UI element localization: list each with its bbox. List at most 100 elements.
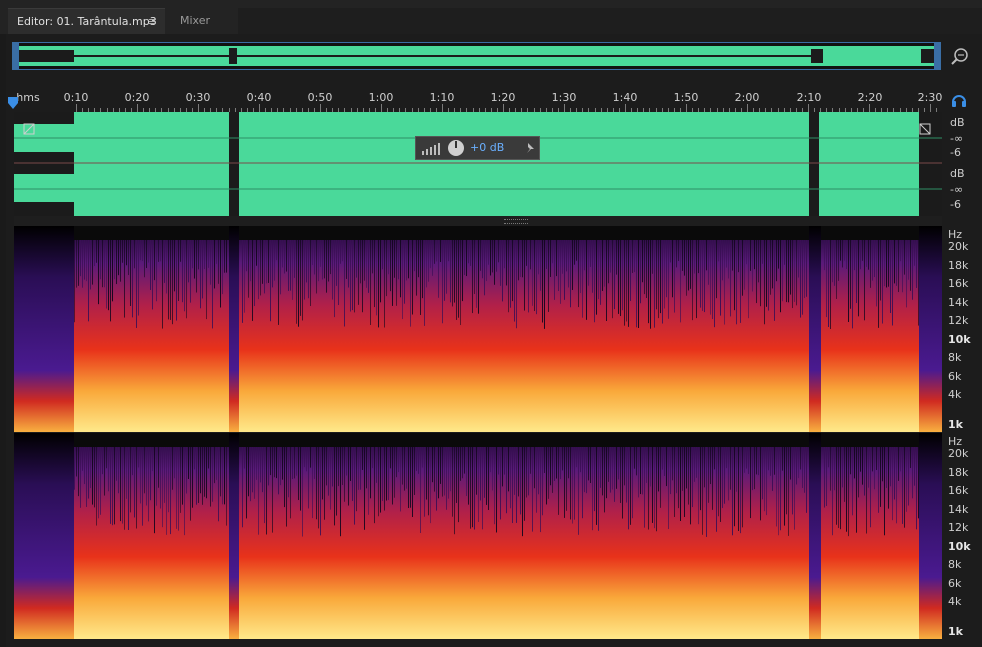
hz-top-label: 8k — [948, 351, 962, 364]
spectrogram-streak — [142, 240, 143, 261]
spectrogram-streak — [490, 447, 491, 473]
spectrogram-streak — [670, 447, 671, 495]
spectrogram-streak — [220, 240, 221, 308]
spectrogram-streak — [276, 447, 277, 479]
spectrogram-streak — [464, 447, 465, 474]
spectrogram-streak — [488, 240, 489, 265]
spectrogram-streak — [598, 240, 599, 300]
spectral-display-left[interactable] — [14, 226, 942, 432]
spectrogram-streak — [312, 240, 313, 266]
overview-handle-left[interactable] — [13, 43, 19, 69]
spectrogram-streak — [298, 240, 299, 327]
spectrogram-streak — [456, 240, 457, 320]
spectrogram-streak — [362, 447, 363, 470]
spectrogram-streak — [672, 240, 673, 298]
spectrogram-streak — [120, 240, 121, 282]
spectrogram-streak — [592, 447, 593, 531]
spectrogram-streak — [654, 447, 655, 529]
spectrogram-streak — [270, 240, 271, 322]
spectrogram-streak — [184, 240, 185, 312]
spectrogram-streak — [638, 240, 639, 328]
tab-bar-filler — [238, 8, 982, 34]
spectrogram-streak — [708, 240, 709, 285]
spectrogram-streak — [526, 240, 527, 266]
time-ruler[interactable]: hms 0:10 0:20 0:30 0:40 0:50 1:00 1:10 1:20 1:30 1… — [14, 86, 942, 113]
spectrogram-streak — [698, 447, 699, 525]
spectrogram-streak — [542, 447, 543, 516]
spectrogram-streak — [502, 447, 503, 487]
spectrogram-streak — [858, 447, 859, 498]
spectrogram-streak — [730, 240, 731, 317]
tab-editor[interactable]: Editor: 01. Tarântula.mp3 ≡ — [8, 8, 165, 34]
spectrogram-streak — [326, 240, 327, 293]
panel-divider[interactable] — [14, 216, 942, 226]
spectrogram-streak — [824, 447, 825, 508]
spectrogram-streak — [286, 447, 287, 527]
spectrogram-streak — [676, 240, 677, 268]
spectrogram-gap — [229, 226, 239, 432]
spectrogram-streak — [908, 447, 909, 506]
spectrogram-streak — [626, 240, 627, 322]
hz-bottom-label: 1k — [948, 625, 963, 638]
tab-menu-icon[interactable]: ≡ — [148, 9, 157, 35]
spectrogram-streak — [574, 240, 575, 265]
spectrogram-streak — [902, 240, 903, 293]
spectrogram-streak — [336, 240, 337, 286]
spectrogram-streak — [640, 447, 641, 495]
spectrogram-streak — [84, 447, 85, 485]
ruler-tick — [747, 104, 748, 112]
ruler-label: 0:50 — [307, 91, 333, 104]
spectrogram-streak — [220, 447, 221, 497]
spectrogram-streak — [596, 240, 597, 315]
spectrogram-streak — [94, 240, 95, 267]
spectrogram-streak — [504, 447, 505, 475]
playhead-marker[interactable] — [8, 97, 18, 109]
spectrogram-streak — [600, 447, 601, 488]
overview-waveform[interactable] — [12, 42, 941, 70]
spectrogram-streak — [88, 240, 89, 322]
spectrogram-streak — [604, 447, 605, 513]
spectrogram-streak — [600, 240, 601, 305]
spectrogram-streak — [386, 240, 387, 297]
hud-volume-control[interactable]: +0 dB — [415, 136, 540, 160]
overview-handle-right[interactable] — [934, 43, 940, 69]
spectrogram-streak — [140, 447, 141, 504]
spectrogram-streak — [722, 447, 723, 509]
spectrogram-streak — [694, 240, 695, 274]
spectrogram-streak — [398, 240, 399, 280]
spectrogram-streak — [402, 447, 403, 485]
spectrogram-streak — [126, 240, 127, 266]
hz-top-label: 12k — [948, 314, 969, 327]
waveform-display[interactable] — [14, 112, 942, 216]
spectrogram-streak — [728, 240, 729, 279]
headphones-icon[interactable] — [951, 92, 967, 108]
overview-waveform-shape — [16, 48, 937, 64]
spectrogram-streak — [740, 240, 741, 323]
spectral-display-right[interactable] — [14, 433, 942, 639]
spectrogram-streak — [394, 240, 395, 278]
spectrogram-streak — [642, 447, 643, 495]
spectrogram-streak — [420, 240, 421, 315]
spectrogram-streak — [132, 240, 133, 318]
spectrogram-streak — [110, 447, 111, 524]
spectrogram-streak — [130, 240, 131, 306]
spectrogram-streak — [248, 447, 249, 497]
spectrogram-streak — [768, 240, 769, 311]
spectrogram-streak — [798, 447, 799, 479]
spectrogram-streak — [294, 240, 295, 278]
zoom-icon[interactable] — [948, 44, 972, 68]
spectrogram-streak — [388, 240, 389, 275]
hud-volume-value[interactable]: +0 dB — [470, 141, 504, 154]
spectrogram-streak — [290, 447, 291, 519]
divider-grip[interactable] — [504, 219, 528, 224]
tab-mixer[interactable]: Mixer — [166, 8, 238, 34]
knob-icon[interactable] — [447, 139, 465, 157]
spectrogram-streak — [860, 240, 861, 270]
spectrogram-streak — [138, 240, 139, 316]
spectrogram-streak — [426, 240, 427, 288]
pin-icon[interactable] — [525, 142, 537, 154]
hz-bottom-label: 18k — [948, 466, 969, 479]
spectrogram-streak — [544, 447, 545, 474]
spectrogram-streak — [558, 447, 559, 515]
spectrogram-streak — [574, 447, 575, 520]
